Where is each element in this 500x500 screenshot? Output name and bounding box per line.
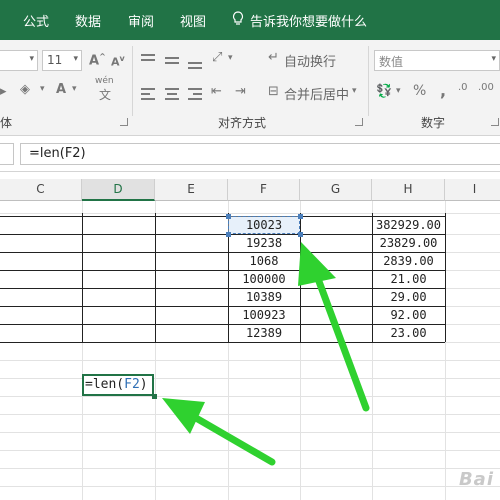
formula-prefix: =len( — [85, 377, 125, 392]
alignment-dialog-launcher-icon[interactable] — [355, 118, 363, 126]
cell-f-value[interactable]: 10023 — [228, 216, 300, 234]
font-size-dropdown[interactable]: 11 ▾ — [42, 50, 82, 71]
grid-line — [0, 213, 500, 214]
table-border — [0, 342, 445, 343]
table-border — [155, 213, 156, 342]
cell-f-value[interactable]: 12389 — [228, 324, 300, 342]
font-dialog-launcher-icon[interactable] — [120, 118, 128, 126]
number-group-label: 数字 — [421, 116, 446, 130]
cell-f-value[interactable]: 100000 — [228, 270, 300, 288]
tell-me-search[interactable]: 告诉我你想要做什么 — [250, 11, 367, 30]
font-color-button[interactable]: A — [56, 82, 66, 97]
name-box[interactable] — [0, 143, 14, 165]
percent-button[interactable]: % — [413, 83, 426, 99]
column-header-f[interactable]: F — [228, 179, 300, 201]
tab-review[interactable]: 审阅 — [128, 11, 154, 30]
font-size-down-button[interactable]: Av — [111, 54, 125, 69]
cell-f-value[interactable]: 19238 — [228, 234, 300, 252]
cell-h-value[interactable]: 29.00 — [372, 288, 445, 306]
decrease-decimal-icon[interactable]: .00 — [478, 82, 494, 93]
ribbon-separator — [132, 46, 133, 116]
formula-input[interactable]: =len(F2) — [20, 143, 500, 165]
pinyin-glyph-icon: 文 — [99, 88, 112, 102]
grid-line — [0, 486, 500, 487]
font-size-up-button[interactable]: A^ — [89, 52, 106, 68]
increase-indent-icon[interactable]: ⇥ — [235, 84, 246, 99]
increase-decimal-icon[interactable]: .0 — [458, 82, 468, 93]
fill-handle[interactable] — [152, 394, 157, 399]
formula-reference: F2 — [124, 377, 140, 392]
wrap-text-button[interactable]: 自动换行 — [284, 51, 336, 70]
table-border — [82, 213, 83, 342]
merge-center-button[interactable]: 合并后居中 — [284, 84, 349, 103]
cell-h-value[interactable]: 21.00 — [372, 270, 445, 288]
fill-color-icon[interactable]: ◈ — [20, 82, 30, 97]
cell-h-value[interactable]: 23829.00 — [372, 234, 445, 252]
alignment-group-label: 对齐方式 — [218, 116, 267, 130]
grid-line — [0, 450, 500, 451]
grid-line — [0, 378, 500, 379]
menu-bar: 公式 数据 审阅 视图 告诉我你想要做什么 — [0, 0, 500, 40]
formula-bar: =len(F2) — [0, 137, 500, 172]
cell-f-value[interactable]: 100923 — [228, 306, 300, 324]
ribbon: ▾ 11 ▾ A^ Av ▸ ◈ ▾ A ▾ wén 文 体 ⤢ ▾ ⇤ ⇥ ↵ … — [0, 40, 500, 136]
column-header-d[interactable]: D — [82, 179, 155, 201]
column-header-e[interactable]: E — [155, 179, 228, 201]
orientation-icon[interactable]: ⤢ — [212, 50, 222, 65]
font-color-dropdown-icon[interactable]: ▾ — [72, 84, 77, 94]
orientation-dropdown-icon[interactable]: ▾ — [228, 53, 233, 63]
column-header-g[interactable]: G — [300, 179, 372, 201]
currency-dropdown-icon[interactable]: ▾ — [396, 86, 401, 96]
wrap-text-icon[interactable]: ↵ — [268, 50, 279, 65]
grid-line — [0, 432, 500, 433]
watermark: Bai — [458, 469, 494, 490]
tab-view[interactable]: 视图 — [180, 11, 206, 30]
column-header-i[interactable]: I — [445, 179, 500, 201]
lightbulb-icon — [233, 11, 243, 25]
grid-line — [0, 468, 500, 469]
column-header-h[interactable]: H — [372, 179, 445, 201]
border-button[interactable]: ▸ — [0, 84, 7, 99]
ribbon-separator — [368, 46, 369, 116]
table-border — [445, 213, 446, 342]
cell-f-value[interactable]: 1068 — [228, 252, 300, 270]
active-cell-editor[interactable]: =len(F2) — [82, 374, 154, 396]
cell-h-value[interactable]: 92.00 — [372, 306, 445, 324]
font-group-label: 体 — [0, 116, 13, 130]
currency-icon[interactable]: 💱 — [376, 84, 392, 99]
grid-line — [0, 360, 500, 361]
decrease-indent-icon[interactable]: ⇤ — [211, 84, 222, 99]
pinyin-button[interactable]: wén — [95, 76, 114, 86]
number-format-dropdown[interactable]: 数值 ▾ — [374, 50, 500, 71]
cell-h-value[interactable]: 23.00 — [372, 324, 445, 342]
formula-suffix: ) — [139, 377, 148, 392]
tab-formulas[interactable]: 公式 — [23, 11, 49, 30]
grid-line — [0, 396, 500, 397]
cell-h-value[interactable]: 382929.00 — [372, 216, 445, 234]
comma-style-button[interactable]: , — [440, 81, 446, 100]
column-header-c[interactable]: C — [0, 179, 82, 201]
cell-f-value[interactable]: 10389 — [228, 288, 300, 306]
font-name-dropdown[interactable]: ▾ — [0, 50, 38, 71]
cell-h-value[interactable]: 2839.00 — [372, 252, 445, 270]
grid-line — [0, 414, 500, 415]
number-dialog-launcher-icon[interactable] — [491, 118, 499, 126]
merge-center-dropdown-icon[interactable]: ▾ — [352, 86, 357, 96]
fill-color-dropdown-icon[interactable]: ▾ — [40, 84, 45, 94]
merge-center-icon[interactable]: ⊟ — [268, 84, 279, 99]
worksheet-grid[interactable]: 10023 19238 1068 100000 10389 100923 123… — [0, 201, 500, 500]
tab-data[interactable]: 数据 — [75, 11, 101, 30]
